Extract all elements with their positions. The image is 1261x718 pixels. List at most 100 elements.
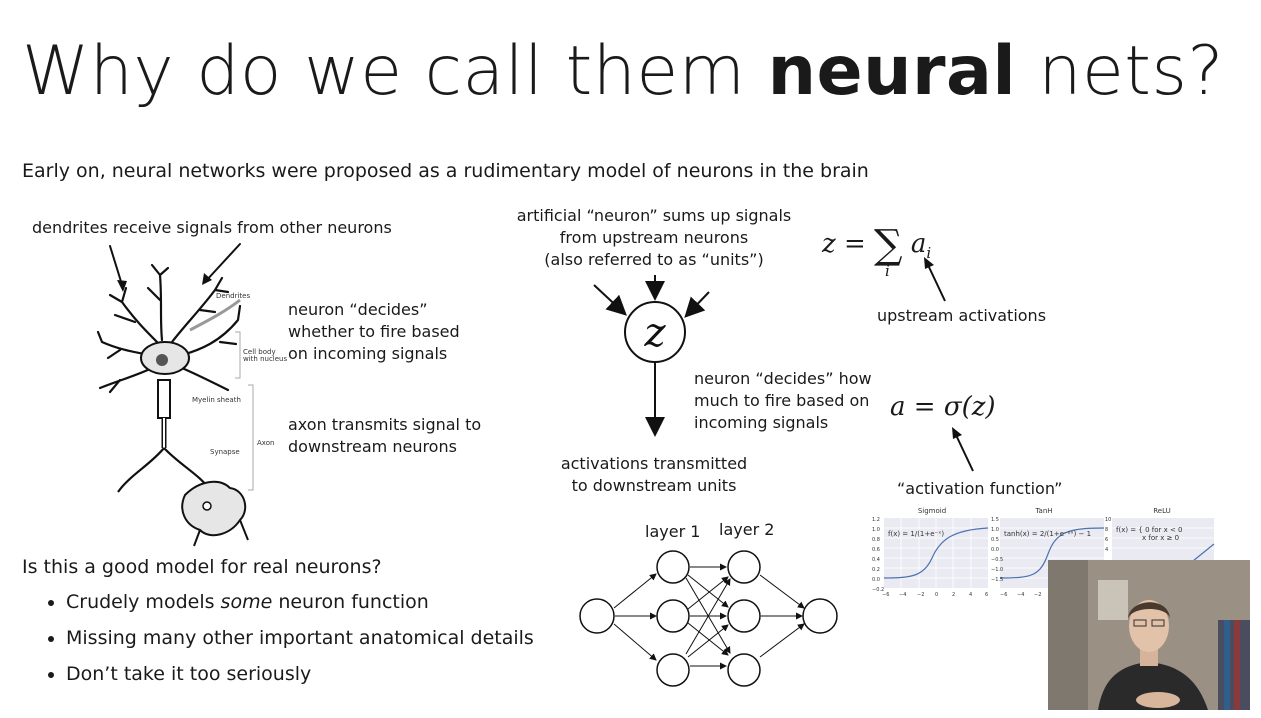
artificial-neuron-label: artificial “neuron” sums up signals from…: [514, 205, 794, 271]
svg-text:4: 4: [969, 592, 972, 598]
myelin-sheath: [157, 379, 171, 419]
svg-text:1.0: 1.0: [872, 527, 880, 533]
sum-line-1: artificial “neuron” sums up signals: [516, 206, 792, 225]
sum-equation-lhs: z =: [822, 229, 866, 259]
svg-text:−6: −6: [1000, 592, 1007, 598]
layer2-node-2: [727, 599, 761, 633]
layer2-node-1: [727, 550, 761, 584]
layer1-node-1: [656, 550, 690, 584]
artificial-decides-line-2: much to fire based on: [694, 391, 870, 410]
dendrites-label: dendrites receive signals from other neu…: [32, 218, 392, 237]
neuron-decides-line-3: on incoming signals: [288, 344, 448, 363]
svg-text:6: 6: [985, 592, 988, 598]
transmit-line-2: to downstream units: [571, 476, 737, 495]
svg-text:0: 0: [935, 592, 938, 598]
transmit-label: activations transmitted to downstream un…: [556, 453, 752, 497]
artificial-decides-line-1: neuron “decides” how: [694, 369, 872, 388]
relu-formula-line-1: f(x) = { 0 for x < 0: [1116, 526, 1183, 534]
relu-formula-line-2: x for x ≥ 0: [1142, 534, 1179, 542]
svg-text:0.0: 0.0: [872, 577, 880, 583]
svg-text:0.0: 0.0: [991, 547, 999, 553]
layer1-node-2: [656, 599, 690, 633]
layer-2-label: layer 2: [719, 520, 775, 539]
input-arrow-left: [593, 284, 627, 316]
label-myelin: Myelin sheath: [192, 396, 241, 404]
svg-text:−4: −4: [1017, 592, 1024, 598]
svg-text:0.5: 0.5: [991, 537, 999, 543]
discussion-question: Is this a good model for real neurons?: [22, 556, 382, 578]
svg-text:8: 8: [1105, 527, 1108, 533]
axon-line-1: axon transmits signal to: [288, 415, 482, 434]
svg-text:−1.0: −1.0: [991, 567, 1003, 573]
svg-text:2: 2: [952, 592, 955, 598]
downstream-neuron: [181, 480, 247, 537]
title-prefix: Why do we call them: [22, 32, 768, 111]
bullet-1: Crudely models some neuron function: [66, 590, 534, 614]
svg-text:0.8: 0.8: [872, 537, 880, 543]
svg-text:−2: −2: [1034, 592, 1041, 598]
tanh-title: TanH: [1034, 507, 1052, 515]
label-dendrites: Dendrites: [216, 292, 250, 300]
input-arrow-right: [684, 291, 710, 318]
bullet-2: Missing many other important anatomical …: [66, 626, 534, 650]
network-edges: [613, 563, 805, 670]
input-node: [579, 598, 615, 634]
discussion-bullets: Crudely models some neuron function Miss…: [30, 590, 534, 698]
sum-line-2: from upstream neurons: [559, 228, 749, 247]
svg-text:1.0: 1.0: [991, 527, 999, 533]
svg-text:−1.5: −1.5: [991, 577, 1003, 583]
transmit-line-1: activations transmitted: [560, 454, 748, 473]
neuron-decides-label: neuron “decides” whether to fire based o…: [288, 299, 460, 365]
axon-line-2: downstream neurons: [288, 437, 457, 456]
dendrite-arrow-right: [204, 243, 241, 283]
cell-nucleus: [156, 354, 168, 366]
svg-text:1.5: 1.5: [991, 517, 999, 523]
tanh-formula: tanh(x) = 2/(1+e⁻²ˣ) − 1: [1004, 530, 1091, 538]
neuron-illustration: Dendrites Cell body with nucleus Myelin …: [96, 243, 287, 547]
sigmoid-plot: Sigmoid f(x) = 1/(1+e⁻ˣ) 1.2 1.0 0.8 0.6…: [872, 507, 988, 598]
activation-arrow: [952, 427, 974, 472]
layer2-node-3: [727, 653, 761, 687]
svg-text:1.2: 1.2: [872, 517, 880, 523]
artificial-decides-label: neuron “decides” how much to fire based …: [694, 368, 872, 434]
label-nucleus: with nucleus: [243, 355, 287, 363]
presenter-webcam: [1048, 560, 1250, 710]
sum-index: i: [885, 262, 890, 280]
svg-text:0.4: 0.4: [872, 557, 880, 563]
unit-node-symbol: z: [643, 310, 666, 356]
neuron-decides-line-2: whether to fire based: [288, 322, 460, 341]
sum-line-3: (also referred to as “units”): [544, 250, 764, 269]
output-node: [802, 598, 838, 634]
svg-text:−6: −6: [882, 592, 889, 598]
svg-text:−0.5: −0.5: [991, 557, 1003, 563]
presenter-video-frame: [1048, 560, 1250, 710]
svg-text:6: 6: [1105, 537, 1108, 543]
sum-equation: z = ∑ ai: [822, 222, 931, 268]
relu-title: ReLU: [1153, 507, 1171, 515]
activation-equation: a = σ(z): [890, 392, 996, 422]
svg-text:−2: −2: [917, 592, 924, 598]
bullet-3: Don’t take it too seriously: [66, 662, 534, 686]
svg-text:0.2: 0.2: [872, 567, 880, 573]
title-suffix: nets?: [1016, 32, 1224, 111]
neuron-decides-line-1: neuron “decides”: [288, 300, 428, 319]
svg-text:0.6: 0.6: [872, 547, 880, 553]
svg-text:−4: −4: [899, 592, 906, 598]
activation-function-label: “activation function”: [897, 479, 1063, 498]
label-synapse: Synapse: [210, 448, 240, 456]
slide-title: Why do we call them neural nets?: [22, 38, 1224, 106]
artificial-decides-line-3: incoming signals: [694, 413, 829, 432]
upstream-arrow: [924, 257, 946, 302]
axon-label: axon transmits signal to downstream neur…: [288, 414, 481, 458]
sigmoid-formula: f(x) = 1/(1+e⁻ˣ): [888, 530, 944, 538]
svg-text:4: 4: [1105, 547, 1108, 553]
label-axon: Axon: [257, 439, 274, 447]
layer1-node-3: [656, 653, 690, 687]
upstream-activations-label: upstream activations: [877, 306, 1047, 325]
network-diagram: [579, 550, 838, 687]
title-bold-word: neural: [767, 32, 1017, 111]
sigmoid-title: Sigmoid: [918, 507, 946, 515]
svg-text:10: 10: [1105, 517, 1111, 523]
slide-subtitle: Early on, neural networks were proposed …: [22, 160, 869, 182]
layer-1-label: layer 1: [645, 522, 701, 541]
